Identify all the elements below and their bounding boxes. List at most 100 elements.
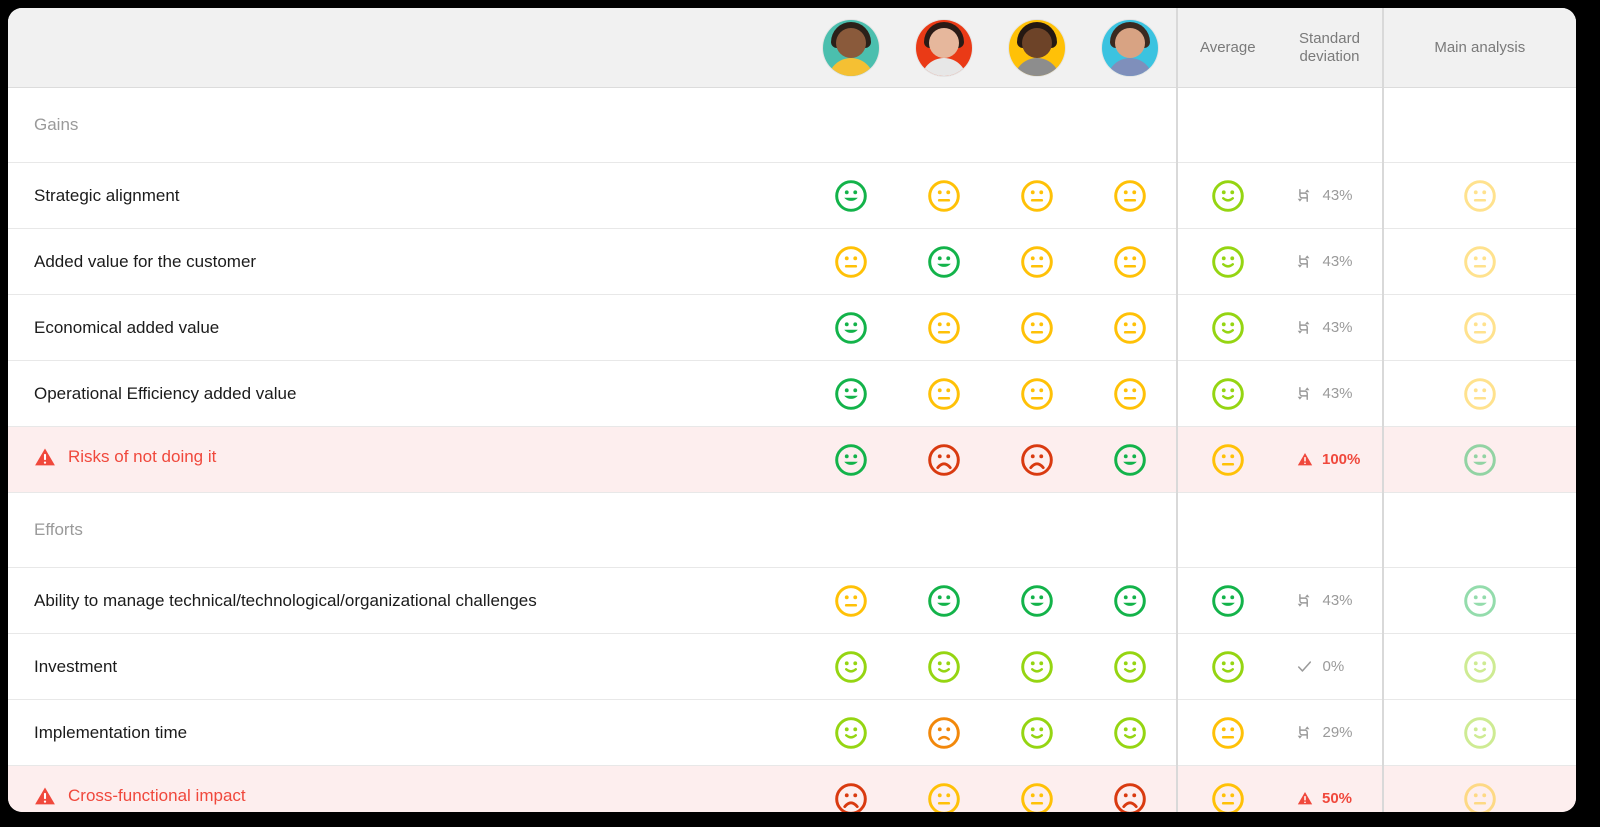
main-analysis-cell[interactable] [1381, 699, 1576, 766]
header-participant-4[interactable] [1084, 8, 1178, 88]
table-row[interactable]: Strategic alignment 43% [8, 162, 1576, 229]
smiley-neutral-yellow[interactable] [1020, 377, 1054, 411]
header-participant-3[interactable] [990, 8, 1085, 88]
rating-cell-participant-4[interactable] [1084, 426, 1178, 493]
smiley-average-slight-lime[interactable] [1211, 377, 1245, 411]
rating-cell-participant-1[interactable] [804, 765, 898, 813]
smiley-happy-green[interactable] [834, 179, 868, 213]
rating-cell-participant-1[interactable] [804, 162, 898, 229]
smiley-main-neutral-yellow[interactable] [1463, 245, 1497, 279]
avatar-3[interactable] [1009, 19, 1066, 76]
smiley-main-slight-lime[interactable] [1463, 650, 1497, 684]
smiley-happy-green[interactable] [834, 311, 868, 345]
rating-cell-participant-1[interactable] [804, 360, 898, 427]
smiley-sad-red[interactable] [927, 443, 961, 477]
smiley-neutral-yellow[interactable] [1020, 311, 1054, 345]
smiley-main-neutral-yellow[interactable] [1463, 311, 1497, 345]
smiley-slight-lime[interactable] [1020, 716, 1054, 750]
rating-cell-participant-4[interactable] [1084, 633, 1178, 700]
main-analysis-cell[interactable] [1381, 228, 1576, 295]
main-analysis-cell[interactable] [1381, 765, 1576, 813]
header-participant-2[interactable] [897, 8, 991, 88]
rating-cell-participant-3[interactable] [990, 699, 1085, 766]
rating-cell-participant-4[interactable] [1084, 567, 1178, 634]
rating-cell-participant-3[interactable] [990, 228, 1085, 295]
smiley-neutral-yellow[interactable] [927, 782, 961, 813]
main-analysis-cell[interactable] [1381, 360, 1576, 427]
smiley-happy-green[interactable] [1020, 584, 1054, 618]
smiley-neutral-yellow[interactable] [927, 179, 961, 213]
rating-cell-participant-2[interactable] [897, 162, 991, 229]
table-row[interactable]: Ability to manage technical/technologica… [8, 567, 1576, 634]
rating-cell-participant-1[interactable] [804, 294, 898, 361]
rating-cell-participant-1[interactable] [804, 633, 898, 700]
smiley-frown-orange[interactable] [927, 716, 961, 750]
table-row[interactable]: Cross-functional impact 50% [8, 765, 1576, 813]
smiley-main-neutral-yellow[interactable] [1463, 782, 1497, 813]
smiley-neutral-yellow[interactable] [1113, 245, 1147, 279]
main-analysis-cell[interactable] [1381, 294, 1576, 361]
smiley-neutral-yellow[interactable] [927, 377, 961, 411]
smiley-neutral-yellow[interactable] [1020, 245, 1054, 279]
smiley-happy-green[interactable] [927, 584, 961, 618]
smiley-main-neutral-yellow[interactable] [1463, 179, 1497, 213]
main-analysis-cell[interactable] [1381, 426, 1576, 493]
smiley-main-slight-lime[interactable] [1463, 716, 1497, 750]
rating-cell-participant-2[interactable] [897, 765, 991, 813]
smiley-average-slight-lime[interactable] [1211, 650, 1245, 684]
smiley-neutral-yellow[interactable] [1113, 179, 1147, 213]
avatar-4[interactable] [1102, 19, 1159, 76]
smiley-sad-red[interactable] [1020, 443, 1054, 477]
smiley-average-slight-lime[interactable] [1211, 179, 1245, 213]
rating-cell-participant-2[interactable] [897, 294, 991, 361]
table-row[interactable]: Investment 0% [8, 633, 1576, 700]
smiley-happy-green[interactable] [834, 377, 868, 411]
rating-cell-participant-2[interactable] [897, 699, 991, 766]
rating-cell-participant-2[interactable] [897, 228, 991, 295]
rating-cell-participant-3[interactable] [990, 633, 1085, 700]
smiley-average-slight-lime[interactable] [1211, 311, 1245, 345]
smiley-neutral-yellow[interactable] [927, 311, 961, 345]
main-analysis-cell[interactable] [1381, 162, 1576, 229]
rating-cell-participant-4[interactable] [1084, 162, 1178, 229]
smiley-average-neutral-yellow[interactable] [1211, 716, 1245, 750]
smiley-slight-lime[interactable] [1020, 650, 1054, 684]
smiley-slight-lime[interactable] [1113, 716, 1147, 750]
table-row[interactable]: Added value for the customer 43% [8, 228, 1576, 295]
smiley-neutral-yellow[interactable] [834, 584, 868, 618]
rating-cell-participant-3[interactable] [990, 567, 1085, 634]
smiley-sad-red[interactable] [834, 782, 868, 813]
table-row[interactable]: Risks of not doing it 100% [8, 426, 1576, 493]
smiley-neutral-yellow[interactable] [1113, 311, 1147, 345]
rating-cell-participant-1[interactable] [804, 228, 898, 295]
rating-cell-participant-4[interactable] [1084, 699, 1178, 766]
main-analysis-cell[interactable] [1381, 567, 1576, 634]
smiley-happy-green[interactable] [1113, 443, 1147, 477]
rating-cell-participant-2[interactable] [897, 426, 991, 493]
header-participant-1[interactable] [804, 8, 898, 88]
smiley-happy-green[interactable] [834, 443, 868, 477]
smiley-main-happy-green[interactable] [1463, 584, 1497, 618]
smiley-happy-green[interactable] [927, 245, 961, 279]
table-row[interactable]: Operational Efficiency added value 43% [8, 360, 1576, 427]
rating-cell-participant-3[interactable] [990, 360, 1085, 427]
table-row[interactable]: Implementation time 29% [8, 699, 1576, 766]
rating-cell-participant-3[interactable] [990, 765, 1085, 813]
smiley-average-neutral-yellow[interactable] [1211, 443, 1245, 477]
smiley-average-happy-green[interactable] [1211, 584, 1245, 618]
main-analysis-cell[interactable] [1381, 633, 1576, 700]
smiley-average-slight-lime[interactable] [1211, 245, 1245, 279]
rating-cell-participant-1[interactable] [804, 426, 898, 493]
smiley-average-neutral-yellow[interactable] [1211, 782, 1245, 813]
rating-cell-participant-2[interactable] [897, 633, 991, 700]
rating-cell-participant-2[interactable] [897, 567, 991, 634]
smiley-neutral-yellow[interactable] [1020, 782, 1054, 813]
smiley-slight-lime[interactable] [834, 650, 868, 684]
rating-cell-participant-4[interactable] [1084, 765, 1178, 812]
rating-cell-participant-4[interactable] [1084, 360, 1178, 427]
smiley-neutral-yellow[interactable] [834, 245, 868, 279]
smiley-neutral-yellow[interactable] [1113, 377, 1147, 411]
rating-cell-participant-4[interactable] [1084, 294, 1178, 361]
avatar-1[interactable] [823, 19, 880, 76]
smiley-main-happy-green[interactable] [1463, 443, 1497, 477]
